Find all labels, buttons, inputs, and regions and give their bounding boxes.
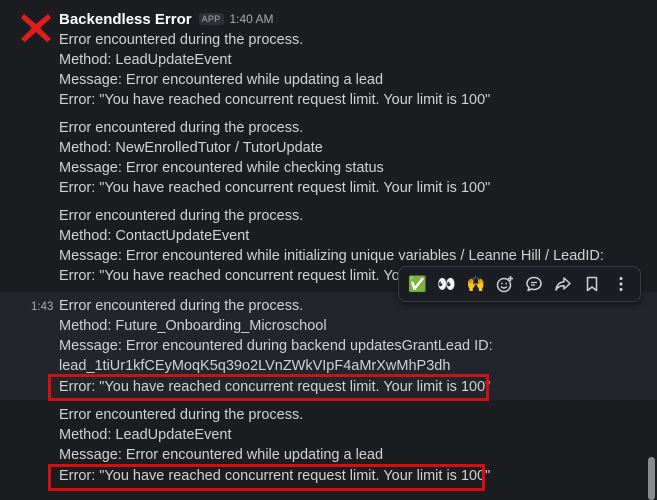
x-mark-icon [21,14,51,42]
raised-hands-emoji-icon: 🙌 [466,276,486,293]
add-reaction-button[interactable] [490,269,519,299]
message-line: Error encountered during the process. [59,120,304,136]
eyes-emoji-icon: 👀 [437,276,457,293]
message-line: Error: "You have reached concurrent requ… [59,92,491,108]
message-line: Error encountered during the process. [59,298,304,314]
message-line: Method: ContactUpdateEvent [59,228,250,244]
check-emoji-icon: ✅ [408,276,427,293]
message-line: Error encountered during the process. [59,407,304,423]
message-line: Message: Error encountered while checkin… [59,160,384,176]
highlight-box [48,464,485,491]
react-eyes-button[interactable]: 👀 [432,269,461,299]
message-line: Message: Error encountered during backen… [59,338,493,354]
bookmark-icon [587,276,598,292]
message-line: Message: Error encountered while updatin… [59,72,384,88]
share-icon [555,277,571,291]
message-actions-toolbar: ✅ 👀 🙌 [398,266,641,302]
message-line: Method: LeadUpdateEvent [59,52,232,68]
message-line: Method: Future_Onboarding_Microschool [59,318,327,334]
react-hands-button[interactable]: 🙌 [461,269,490,299]
message-line: Error: "You have reached concurrent requ… [59,180,491,196]
message-line: Method: NewEnrolledTutor / TutorUpdate [59,140,323,156]
share-message-button[interactable] [549,269,578,299]
app-badge: APP [198,13,224,25]
sender-name[interactable]: Backendless Error [59,11,192,28]
message-list: Backendless Error APP 1:40 AM Error enco… [0,0,657,500]
add-reaction-icon [496,276,513,293]
more-actions-button[interactable] [607,269,636,299]
message-line: Error encountered during the process. [59,32,304,48]
more-actions-icon [619,277,623,291]
reply-thread-icon [526,276,542,292]
message-timestamp[interactable]: 1:40 AM [230,12,274,26]
message-line: Message: Error encountered while updatin… [59,447,384,463]
scrollbar-thumb[interactable] [648,457,655,500]
sender-avatar[interactable] [18,9,54,45]
highlight-box [48,374,489,401]
save-for-later-button[interactable] [578,269,607,299]
message-line: Error encountered during the process. [59,208,304,224]
hover-timestamp[interactable]: 1:43 [31,297,53,317]
message-line: Message: Error encountered while initial… [59,248,604,264]
message-line: lead_1tiUr1kfCEyMoqK5q39o2LVnZWkVIpF4aMr… [59,358,451,374]
react-check-button[interactable]: ✅ [403,269,432,299]
reply-thread-button[interactable] [520,269,549,299]
message-header: Backendless Error APP 1:40 AM [59,9,274,29]
message-line: Method: LeadUpdateEvent [59,427,232,443]
